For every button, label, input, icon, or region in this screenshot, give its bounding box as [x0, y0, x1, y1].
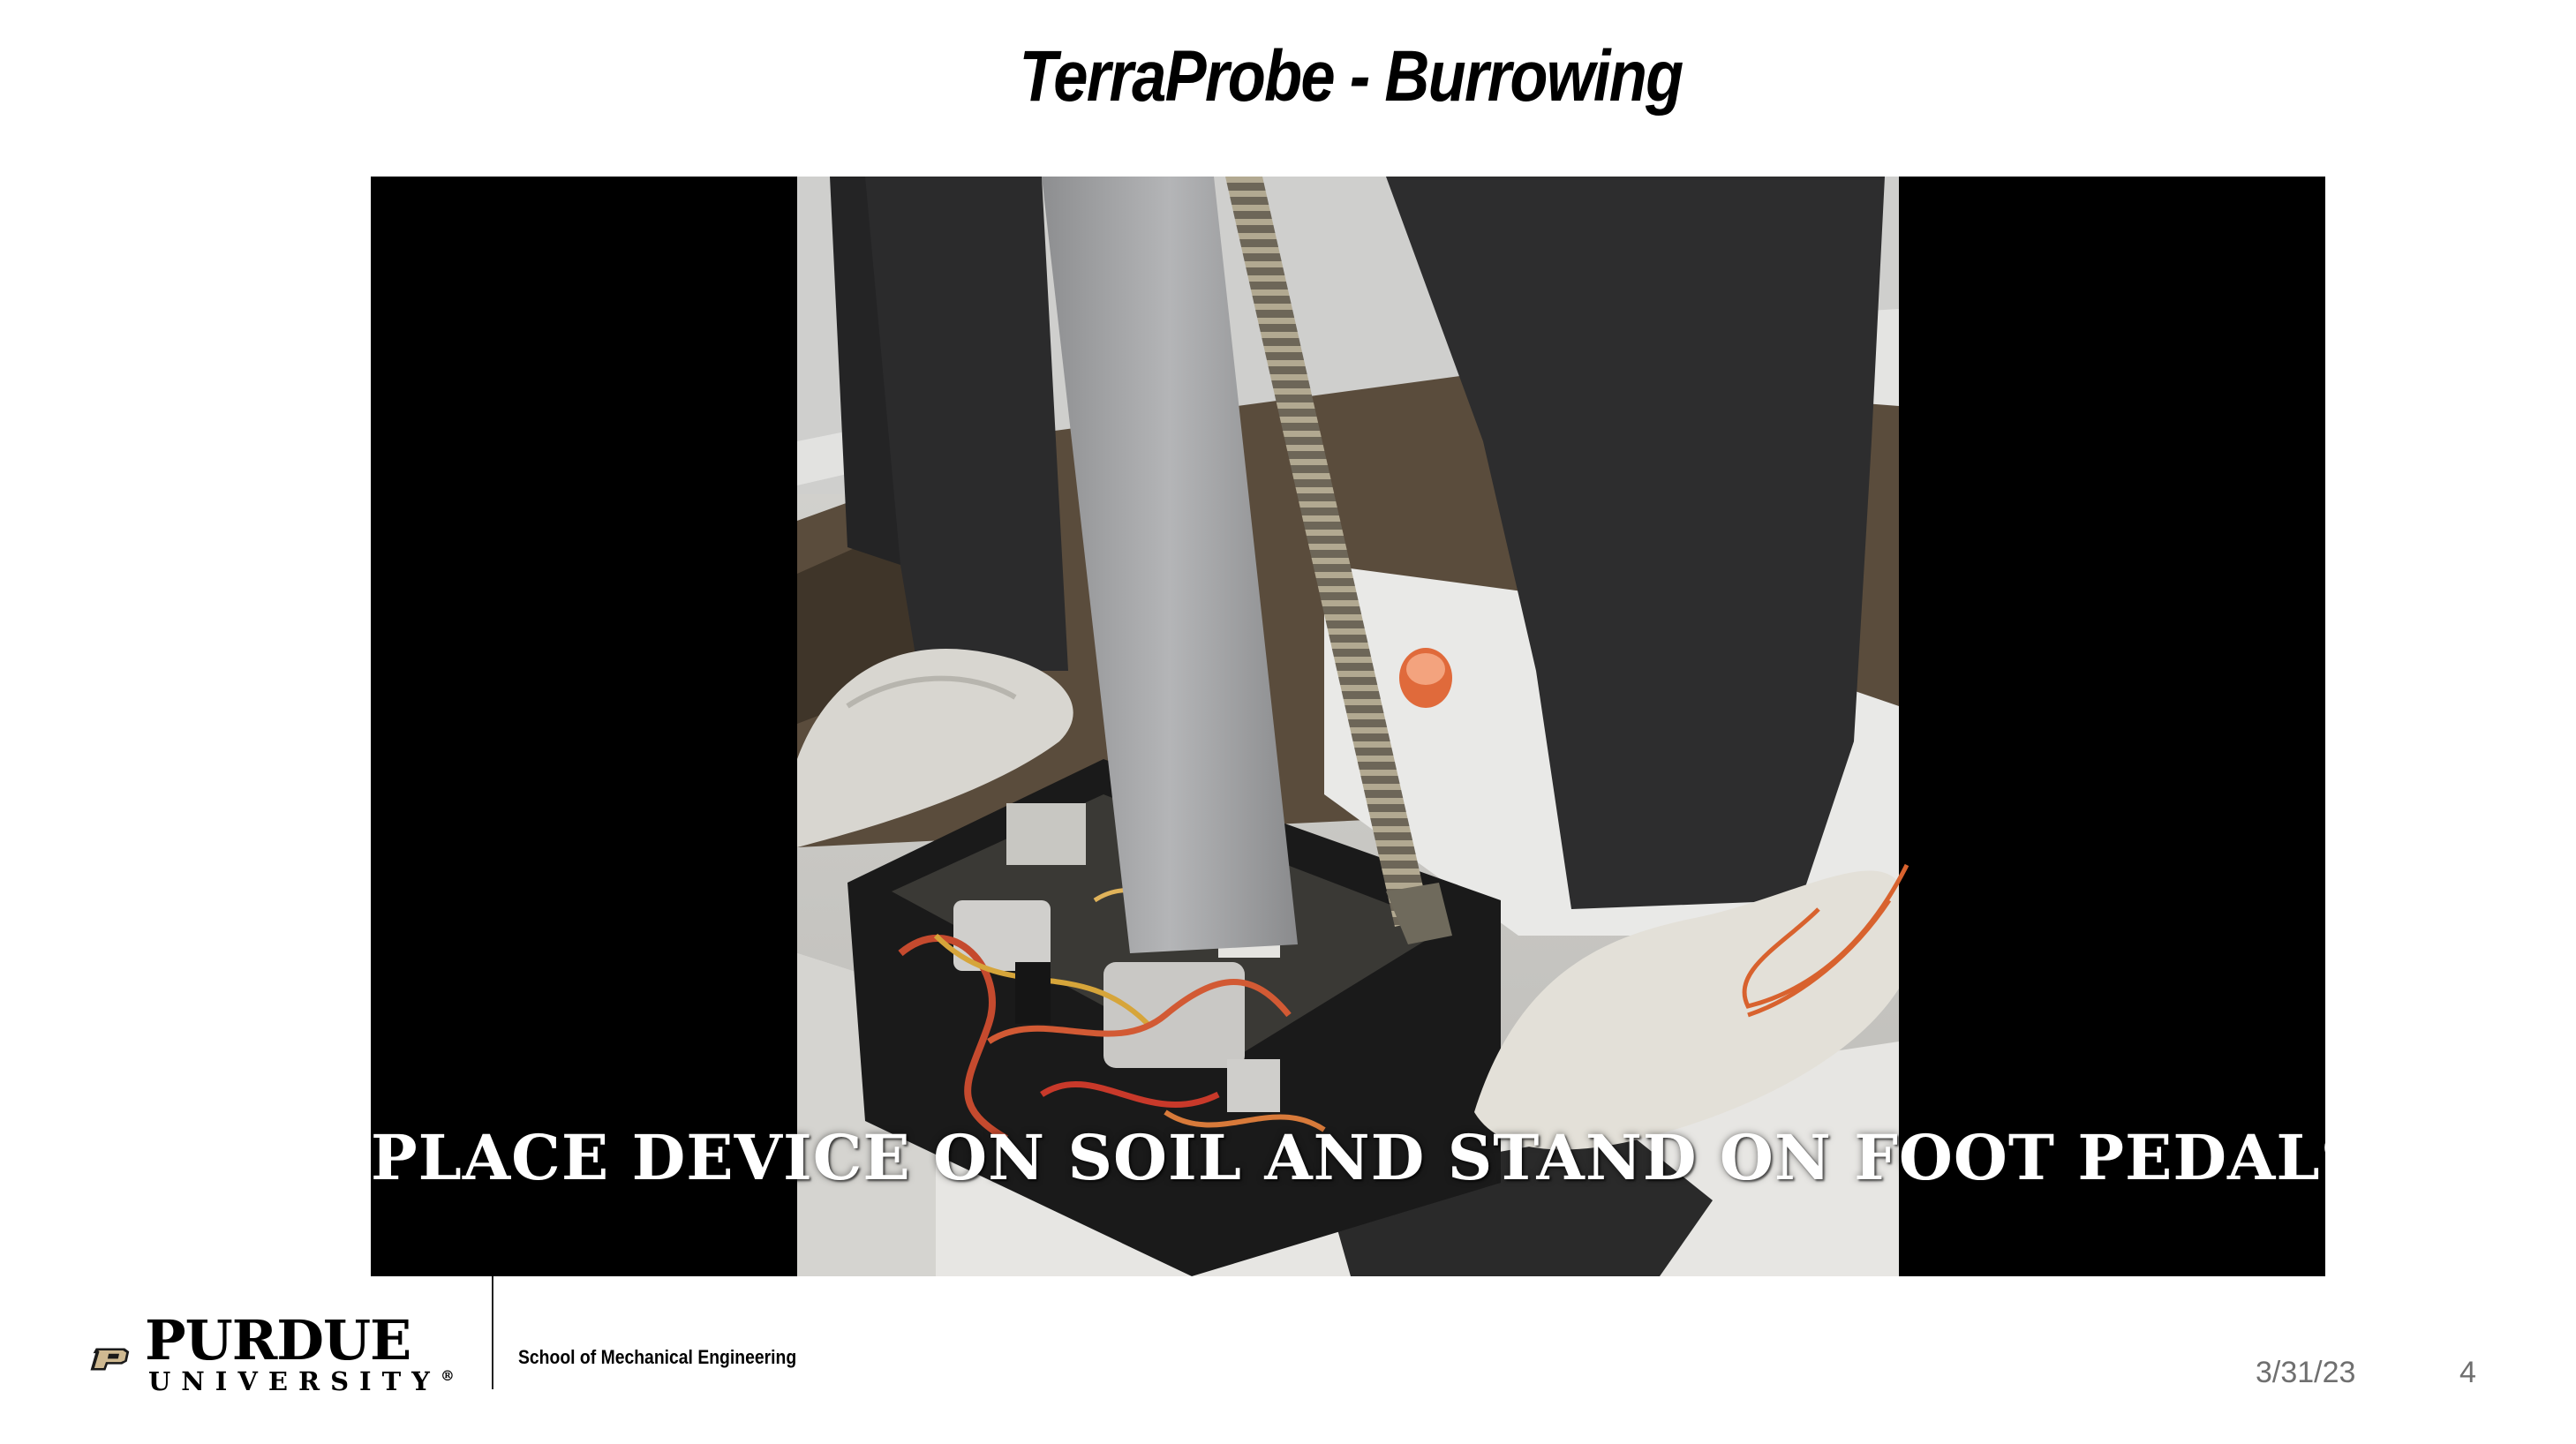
embedded-video[interactable]: PLACE DEVICE ON SOIL AND STAND ON FOOT P… — [371, 177, 2325, 1276]
purdue-wordmark: PURDUE — [145, 1308, 411, 1373]
video-caption: PLACE DEVICE ON SOIL AND STAND ON FOOT P… — [371, 1121, 2325, 1194]
university-wordmark: UNIVERSITY® — [148, 1366, 455, 1396]
slide-number: 4 — [2459, 1356, 2476, 1389]
slide: TerraProbe - Burrowing PLACE DEVICE ON S… — [0, 0, 2576, 1444]
footer-divider — [492, 1276, 493, 1389]
slide-title: TerraProbe - Burrowing — [1019, 36, 1683, 117]
slide-date: 3/31/23 — [2256, 1356, 2356, 1389]
video-still-illustration — [797, 177, 1909, 1276]
department-name: School of Mechanical Engineering — [518, 1346, 797, 1368]
